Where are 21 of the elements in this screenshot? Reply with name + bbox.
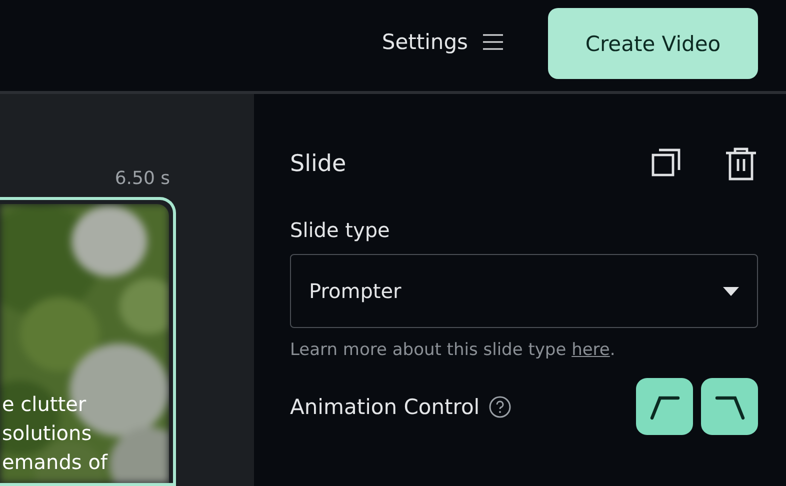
slide-text-line: e clutter [1, 391, 88, 418]
animation-button[interactable] [636, 378, 693, 435]
slide-type-label: Slide type [290, 218, 391, 242]
ease-out-icon [714, 394, 746, 420]
animation-control-label: Animation Control [290, 394, 480, 418]
slide-text-line: emands of [1, 449, 108, 476]
ease-in-icon [648, 394, 680, 420]
panel-title: Slide [290, 151, 346, 177]
settings-button[interactable]: Settings [382, 30, 504, 54]
delete-button[interactable] [724, 146, 758, 182]
slide-thumbnail[interactable]: e clutter solutions emands of [0, 197, 176, 486]
animation-button[interactable] [701, 378, 758, 435]
caret-icon [723, 286, 739, 296]
slide-type-dropdown[interactable]: Prompter [290, 254, 758, 328]
slide-duration: 6.50 s [114, 168, 170, 189]
help-text: Learn more about this slide type here. [290, 340, 616, 360]
here-link[interactable]: here [572, 340, 610, 360]
create-video-button[interactable]: Create Video [548, 8, 758, 79]
help-icon [488, 394, 512, 418]
menu-icon [482, 33, 504, 51]
slide-text-line: solutions [1, 420, 93, 447]
